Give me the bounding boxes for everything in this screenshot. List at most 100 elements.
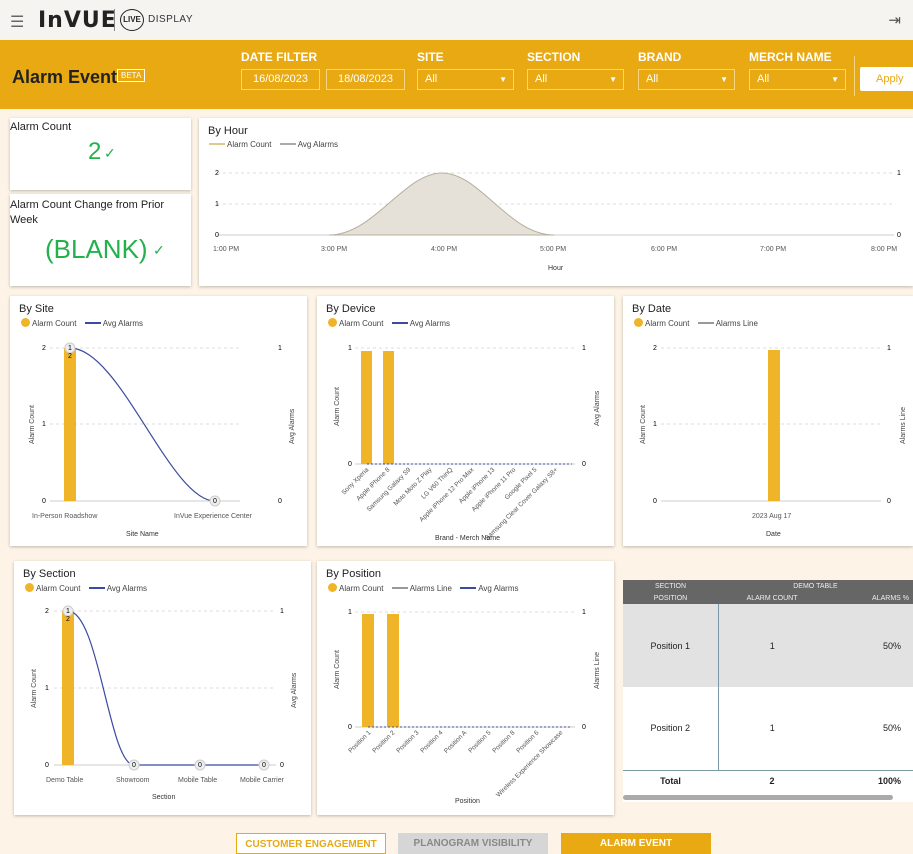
- x-axis-label: Hour: [548, 265, 564, 272]
- site-select[interactable]: All ▼: [417, 69, 514, 90]
- table-cell: 1: [769, 723, 775, 734]
- x-tick: 2023 Aug 17: [752, 513, 791, 520]
- data-label: 2: [68, 353, 72, 360]
- x-axis-label: Section: [152, 794, 175, 801]
- y2-tick: 1: [278, 345, 282, 352]
- date-to-input[interactable]: 18/08/2023: [326, 69, 405, 90]
- x-tick: 5:00 PM: [540, 246, 566, 253]
- site-select-value: All: [425, 73, 438, 85]
- chevron-down-icon: ▼: [831, 75, 839, 84]
- y-axis-label: Alarm Count: [29, 405, 36, 444]
- y-tick: 0: [348, 461, 352, 468]
- merch-select-value: All: [757, 73, 770, 85]
- y-tick: 1: [653, 421, 657, 428]
- date-from-input[interactable]: 16/08/2023: [241, 69, 320, 90]
- merch-filter-label: MERCH NAME: [749, 50, 832, 64]
- brand-select[interactable]: All ▼: [638, 69, 735, 90]
- demo-table-card: SECTION DEMO TABLE POSITION ALARM COUNT …: [623, 580, 913, 802]
- filter-divider: [854, 56, 855, 96]
- y2-tick: 1: [897, 170, 901, 177]
- table-header-cell: POSITION: [653, 594, 688, 602]
- table-row[interactable]: Position 2 1 50%: [623, 687, 913, 770]
- menu-icon[interactable]: ☰: [10, 12, 24, 32]
- by-hour-card: By Hour Alarm Count Avg Alarms 2 1 0 1 0…: [199, 118, 913, 286]
- by-hour-chart: 2 1 0 1 0 1:00 PM 3:00 PM 4:00 PM 5:00 P…: [213, 170, 901, 272]
- x-tick: In-Person Roadshow: [32, 513, 98, 520]
- by-device-chart: 1 0 1 0 Alarm Count Avg Alarms Sony Xper…: [334, 345, 601, 542]
- y2-tick: 1: [887, 345, 891, 352]
- y-tick: 2: [215, 170, 219, 177]
- device-bar[interactable]: [383, 351, 394, 464]
- x-tick: 6:00 PM: [651, 246, 677, 253]
- device-bar[interactable]: [361, 351, 372, 464]
- y-tick: 0: [215, 232, 219, 239]
- filter-header: Alarm Event BETA DATE FILTER 16/08/2023 …: [0, 40, 913, 109]
- by-date-chart: 2 1 0 1 0 Alarm Count Alarms Line 2023 A…: [640, 345, 907, 538]
- by-position-chart: 1 0 1 0 Alarm Count Alarms Line Position…: [334, 609, 601, 805]
- table-row[interactable]: Position 1 1 50%: [623, 604, 913, 687]
- y2-tick: 0: [897, 232, 901, 239]
- by-device-card: By Device Alarm Count Avg Alarms 1 0 1 0…: [317, 296, 614, 546]
- site-filter-label: SITE: [417, 50, 444, 64]
- logout-icon[interactable]: ⇥: [888, 11, 901, 29]
- site-bar[interactable]: [64, 348, 76, 501]
- date-bar[interactable]: [768, 350, 780, 501]
- y-tick: 2: [42, 345, 46, 352]
- section-bar[interactable]: [62, 611, 74, 765]
- y2-tick: 0: [280, 762, 284, 769]
- y-axis-label: Alarm Count: [334, 650, 341, 689]
- data-label: 2: [66, 616, 70, 623]
- section-select[interactable]: All ▼: [527, 69, 624, 90]
- x-tick: Position A: [443, 729, 469, 755]
- table-cell: Position 1: [623, 604, 719, 687]
- x-tick: 1:00 PM: [213, 246, 239, 253]
- date-filter-label: DATE FILTER: [241, 50, 318, 64]
- x-tick: Position 2: [371, 729, 396, 754]
- merch-select[interactable]: All ▼: [749, 69, 846, 90]
- x-tick: Position 3: [395, 729, 420, 754]
- y-tick: 0: [653, 498, 657, 505]
- y-tick: 2: [45, 608, 49, 615]
- table-header-cell: ALARM COUNT: [746, 594, 798, 602]
- page-tabs: CUSTOMER ENGAGEMENT PLANOGRAM VISIBILITY…: [0, 833, 913, 854]
- tab-alarm-event[interactable]: ALARM EVENT: [561, 833, 711, 854]
- brand-filter-label: BRAND: [638, 50, 682, 64]
- data-label: 0: [262, 762, 266, 769]
- y-tick: 0: [42, 498, 46, 505]
- live-logo: LIVE: [120, 9, 144, 31]
- y-tick: 1: [42, 421, 46, 428]
- y2-tick: 1: [582, 609, 586, 616]
- position-bar[interactable]: [362, 614, 374, 727]
- y2-axis-label: Avg Alarms: [594, 390, 601, 426]
- position-bar[interactable]: [387, 614, 399, 727]
- tab-customer-engagement[interactable]: CUSTOMER ENGAGEMENT: [236, 833, 386, 854]
- tab-planogram-visibility[interactable]: PLANOGRAM VISIBILITY: [398, 833, 548, 854]
- y-tick: 0: [45, 762, 49, 769]
- x-tick: 4:00 PM: [431, 246, 457, 253]
- chevron-down-icon: ▼: [609, 75, 617, 84]
- table-cell: 1: [769, 640, 775, 651]
- y2-axis-label: Alarms Line: [900, 407, 907, 444]
- beta-badge: BETA: [117, 69, 146, 82]
- x-tick: Mobile Carrier: [240, 777, 285, 784]
- table-header-cell: ALARMS %: [872, 594, 909, 602]
- y-tick: 1: [215, 201, 219, 208]
- table-scrollbar[interactable]: [623, 795, 893, 800]
- table-cell: 50%: [882, 640, 901, 651]
- y2-tick: 0: [278, 498, 282, 505]
- y2-axis-label: Avg Alarms: [289, 408, 296, 444]
- by-date-card: By Date Alarm Count Alarms Line 2 1 0 1 …: [623, 296, 913, 546]
- display-label: DISPLAY: [148, 14, 193, 25]
- y-tick: 1: [45, 685, 49, 692]
- y2-tick: 0: [582, 724, 586, 731]
- data-label: 1: [68, 345, 72, 352]
- x-tick: 3:00 PM: [321, 246, 347, 253]
- x-tick: 7:00 PM: [760, 246, 786, 253]
- by-section-card: By Section Alarm Count Avg Alarms 2 1 0 …: [14, 561, 311, 815]
- data-label: 0: [213, 498, 217, 505]
- apply-button[interactable]: Apply: [860, 67, 913, 91]
- y2-tick: 0: [582, 461, 586, 468]
- chevron-down-icon: ▼: [720, 75, 728, 84]
- chevron-down-icon: ▼: [499, 75, 507, 84]
- x-tick: Demo Table: [46, 777, 83, 784]
